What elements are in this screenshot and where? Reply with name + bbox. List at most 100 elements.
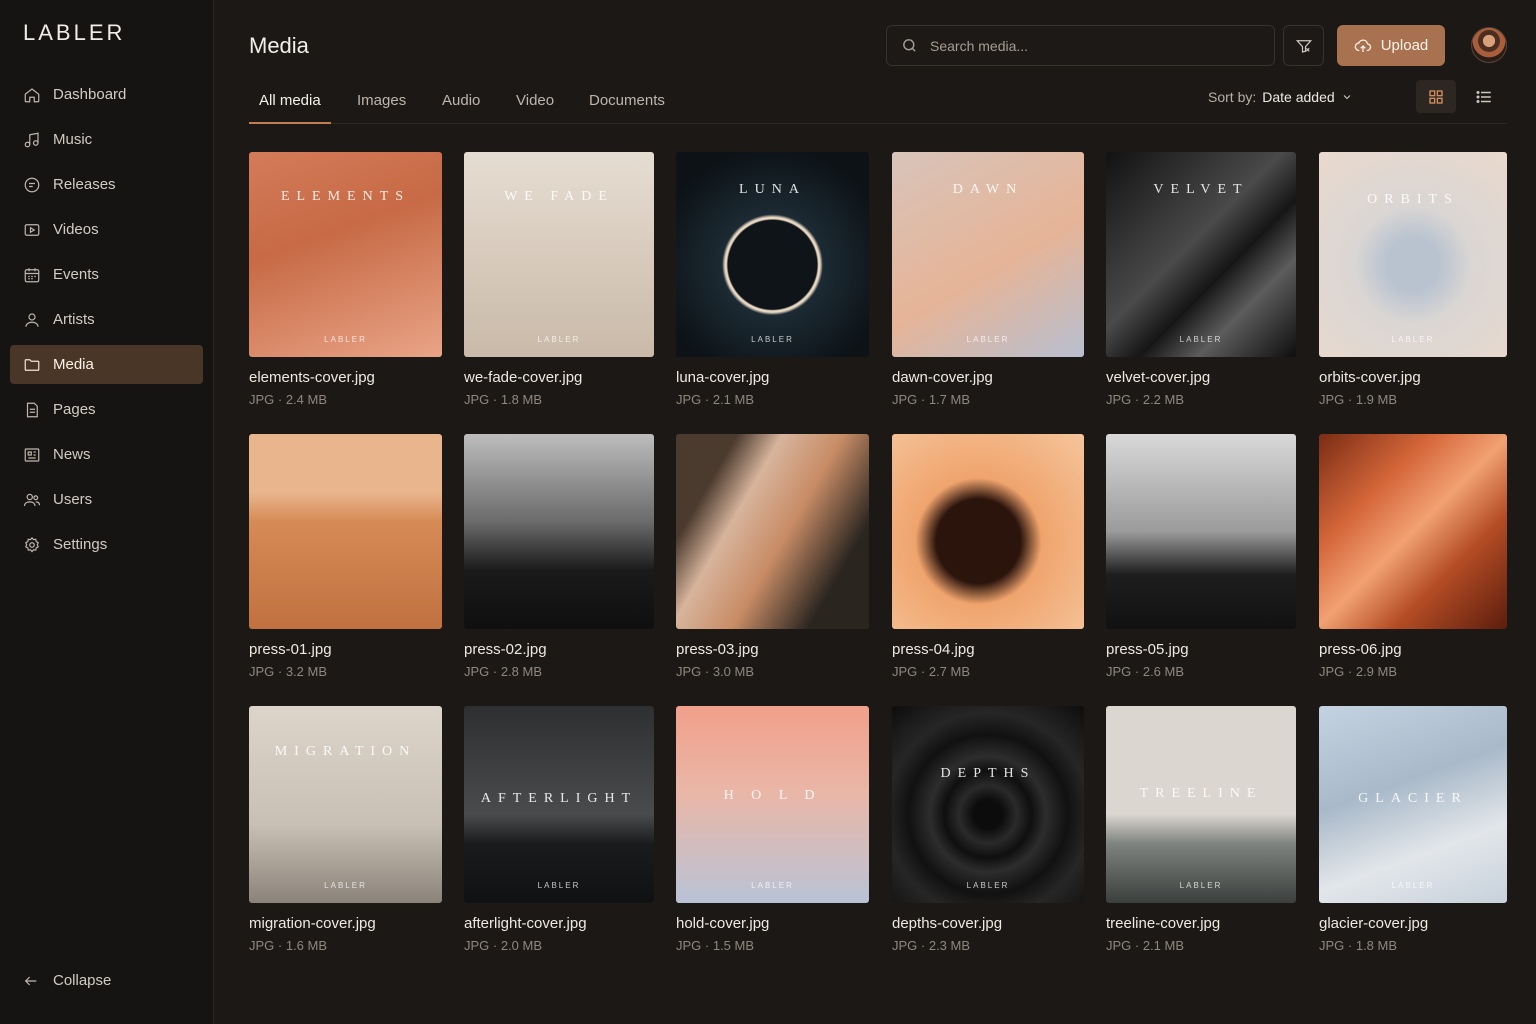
sidebar-item-media[interactable]: Media	[10, 345, 203, 384]
cover-title: WE FADE	[504, 189, 614, 204]
media-thumbnail[interactable]: TREELINE LABLER	[1106, 706, 1296, 903]
file-name: treeline-cover.jpg	[1106, 915, 1221, 932]
sidebar-item-label: Settings	[53, 536, 108, 553]
media-card[interactable]: press-05.jpg JPG · 2.6 MB	[1106, 434, 1296, 679]
user-avatar[interactable]	[1471, 27, 1507, 63]
sidebar-item-dashboard[interactable]: Dashboard	[10, 75, 203, 114]
file-meta: JPG · 1.8 MB	[464, 392, 543, 407]
list-view-button[interactable]	[1464, 80, 1504, 113]
media-card[interactable]: MIGRATION LABLER migration-cover.jpg JPG · …	[249, 706, 442, 953]
media-thumbnail[interactable]	[249, 434, 442, 629]
media-card[interactable]: WE FADE LABLER we-fade-cover.jpg JPG · 1.8 …	[464, 152, 654, 407]
media-thumbnail[interactable]: H O L D LABLER	[676, 706, 869, 903]
collapse-label: Collapse	[53, 972, 112, 989]
file-meta: JPG · 2.1 MB	[676, 392, 755, 407]
tab-all-media[interactable]: All media	[249, 78, 331, 124]
media-thumbnail[interactable]: DAWN LABLER	[892, 152, 1084, 357]
file-meta: JPG · 2.2 MB	[1106, 392, 1185, 407]
media-thumbnail[interactable]: ELEMENTS LABLER	[249, 152, 442, 357]
media-thumbnail[interactable]	[1106, 434, 1296, 629]
media-card[interactable]: press-06.jpg JPG · 2.9 MB	[1319, 434, 1507, 679]
file-meta: JPG · 2.6 MB	[1106, 664, 1185, 679]
sidebar-item-pages[interactable]: Pages	[10, 390, 203, 429]
chevron-down-icon	[1343, 95, 1351, 100]
grid-view-button[interactable]	[1416, 80, 1456, 113]
cover-title: TREELINE	[1139, 786, 1263, 801]
media-card[interactable]: press-01.jpg JPG · 3.2 MB	[249, 434, 442, 679]
media-card[interactable]: ELEMENTS LABLER elements-cover.jpg JPG · 2.…	[249, 152, 442, 407]
upload-button[interactable]: Upload	[1337, 25, 1445, 66]
home-icon	[24, 87, 40, 102]
media-card[interactable]: ORBITS LABLER orbits-cover.jpg JPG · 1.9 MB	[1319, 152, 1507, 407]
media-thumbnail[interactable]: VELVET LABLER	[1106, 152, 1296, 357]
media-thumbnail[interactable]	[1319, 434, 1507, 629]
media-card[interactable]: press-02.jpg JPG · 2.8 MB	[464, 434, 654, 679]
media-thumbnail[interactable]: WE FADE LABLER	[464, 152, 654, 357]
file-name: we-fade-cover.jpg	[464, 369, 583, 386]
cover-brand: LABLER	[751, 881, 794, 890]
file-name: afterlight-cover.jpg	[464, 915, 587, 932]
media-card[interactable]: DAWN LABLER dawn-cover.jpg JPG · 1.7 MB	[892, 152, 1084, 407]
cover-brand: LABLER	[751, 335, 794, 344]
file-meta: JPG · 2.4 MB	[249, 392, 328, 407]
search-icon	[903, 39, 916, 52]
sidebar-item-users[interactable]: Users	[10, 480, 203, 519]
cover-title: AFTERLIGHT	[480, 791, 638, 806]
sidebar-item-events[interactable]: Events	[10, 255, 203, 294]
media-thumbnail[interactable]	[676, 434, 869, 629]
file-meta: JPG · 1.5 MB	[676, 938, 755, 953]
sidebar-nav: Dashboard Music Releases Videos Events A…	[10, 75, 203, 570]
file-name: migration-cover.jpg	[249, 915, 376, 932]
media-card[interactable]: LUNA LABLER luna-cover.jpg JPG · 2.1 MB	[676, 152, 869, 407]
folder-icon	[24, 358, 40, 371]
cover-brand: LABLER	[324, 881, 367, 890]
media-thumbnail[interactable]	[892, 434, 1084, 629]
sidebar-item-label: Users	[53, 491, 93, 508]
file-meta: JPG · 1.9 MB	[1319, 392, 1398, 407]
tab-documents[interactable]: Documents	[589, 78, 665, 123]
media-card[interactable]: TREELINE LABLER treeline-cover.jpg JPG · 2.…	[1106, 706, 1296, 953]
sort-dropdown[interactable]: Sort by: Date added	[1208, 89, 1353, 105]
search-box[interactable]	[886, 25, 1275, 66]
media-thumbnail[interactable]: GLACIER LABLER	[1319, 706, 1507, 903]
media-card[interactable]: VELVET LABLER velvet-cover.jpg JPG · 2.2 MB	[1106, 152, 1296, 407]
media-thumbnail[interactable]: DEPTHS LABLER	[892, 706, 1084, 903]
app-logo[interactable]: LABLER	[23, 20, 125, 46]
tab-video[interactable]: Video	[516, 78, 554, 123]
sort-value: Date added	[1262, 89, 1335, 105]
page-title: Media	[249, 33, 309, 58]
file-name: glacier-cover.jpg	[1319, 915, 1429, 932]
calendar-icon	[24, 267, 40, 282]
sidebar-item-settings[interactable]: Settings	[10, 525, 203, 564]
sidebar-item-music[interactable]: Music	[10, 120, 203, 159]
cover-title: ELEMENTS	[280, 189, 411, 204]
media-thumbnail[interactable]: MIGRATION LABLER	[249, 706, 442, 903]
tab-audio[interactable]: Audio	[442, 78, 480, 123]
file-meta: JPG · 2.1 MB	[1106, 938, 1185, 953]
cover-brand: LABLER	[966, 881, 1010, 890]
filter-button[interactable]	[1283, 25, 1324, 66]
search-input[interactable]	[930, 37, 1250, 54]
file-meta: JPG · 1.7 MB	[892, 392, 971, 407]
media-card[interactable]: AFTERLIGHT LABLER afterlight-cover.jpg JPG …	[464, 706, 654, 953]
media-card[interactable]: GLACIER LABLER glacier-cover.jpg JPG · 1.8 …	[1319, 706, 1507, 953]
media-card[interactable]: press-03.jpg JPG · 3.0 MB	[676, 434, 869, 679]
media-card[interactable]: H O L D LABLER hold-cover.jpg JPG · 1.5 MB	[676, 706, 869, 953]
media-thumbnail[interactable]: AFTERLIGHT LABLER	[464, 706, 654, 903]
music-note-icon	[24, 132, 39, 147]
sidebar-item-artists[interactable]: Artists	[10, 300, 203, 339]
sidebar-item-label: Videos	[53, 221, 99, 238]
media-card[interactable]: DEPTHS LABLER depths-cover.jpg JPG · 2.3 MB	[892, 706, 1084, 953]
sidebar-item-news[interactable]: News	[10, 435, 203, 474]
sidebar-item-videos[interactable]: Videos	[10, 210, 203, 249]
collapse-button[interactable]: Collapse	[23, 972, 111, 989]
media-thumbnail[interactable]: LUNA LABLER	[676, 152, 869, 357]
media-card[interactable]: press-04.jpg JPG · 2.7 MB	[892, 434, 1084, 679]
file-meta: JPG · 2.8 MB	[464, 664, 543, 679]
sidebar-item-releases[interactable]: Releases	[10, 165, 203, 204]
cover-title: LUNA	[739, 182, 806, 197]
media-thumbnail[interactable]: ORBITS LABLER	[1319, 152, 1507, 357]
tab-images[interactable]: Images	[357, 78, 406, 123]
file-name: luna-cover.jpg	[676, 369, 770, 386]
media-thumbnail[interactable]	[464, 434, 654, 629]
